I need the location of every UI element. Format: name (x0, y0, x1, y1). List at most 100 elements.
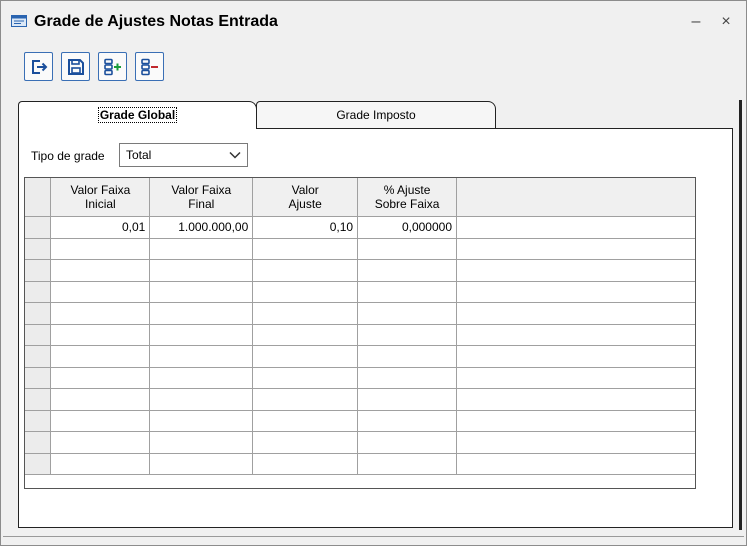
table-cell[interactable] (50, 259, 151, 282)
table-cell[interactable] (357, 453, 457, 475)
row-indicator[interactable] (25, 259, 52, 282)
table-cell[interactable] (149, 324, 254, 346)
row-indicator[interactable] (25, 302, 52, 325)
minimize-button[interactable]: – (685, 11, 707, 33)
add-row-icon (104, 58, 121, 76)
data-grid[interactable]: Valor Faixa Inicial Valor Faixa Final Valo… (24, 177, 696, 489)
table-cell[interactable]: 0,000000 (357, 216, 457, 239)
table-cell[interactable] (252, 345, 359, 368)
table-row[interactable] (25, 367, 695, 389)
table-cell[interactable] (252, 302, 359, 325)
table-cell[interactable] (252, 367, 359, 389)
table-cell[interactable] (149, 410, 254, 432)
table-cell[interactable] (50, 324, 151, 346)
tab-grade-imposto[interactable]: Grade Imposto (256, 101, 496, 128)
table-row[interactable] (25, 302, 695, 325)
table-cell[interactable] (357, 367, 457, 389)
table-cell[interactable] (252, 281, 359, 303)
table-cell[interactable] (50, 388, 151, 411)
table-cell[interactable] (149, 281, 254, 303)
row-indicator[interactable] (25, 453, 52, 475)
remove-row-button[interactable] (135, 52, 164, 81)
table-cell[interactable] (252, 410, 359, 432)
table-row[interactable] (25, 238, 695, 260)
table-cell[interactable] (252, 324, 359, 346)
table-cell[interactable] (252, 238, 359, 260)
save-button[interactable] (61, 52, 90, 81)
table-cell[interactable]: 0,10 (252, 216, 359, 239)
title-bar[interactable]: Grade de Ajustes Notas Entrada – × (1, 1, 746, 41)
chevron-down-icon (229, 151, 241, 159)
table-row[interactable]: 0,01 1.000.000,00 0,10 0,000000 (25, 216, 695, 239)
filler-cell (456, 302, 695, 325)
exit-button[interactable] (24, 52, 53, 81)
table-cell[interactable] (252, 259, 359, 282)
row-indicator[interactable] (25, 281, 52, 303)
table-row[interactable] (25, 259, 695, 282)
filler-cell (456, 324, 695, 346)
row-indicator[interactable] (25, 410, 52, 432)
table-cell[interactable] (50, 345, 151, 368)
filler-cell (456, 238, 695, 260)
table-cell[interactable] (357, 410, 457, 432)
column-header[interactable]: Valor Faixa Final (149, 178, 254, 217)
table-cell[interactable] (357, 302, 457, 325)
table-cell[interactable] (149, 367, 254, 389)
row-indicator[interactable] (25, 324, 52, 346)
table-cell[interactable] (357, 281, 457, 303)
row-indicator[interactable] (25, 367, 52, 389)
table-cell[interactable] (252, 388, 359, 411)
table-row[interactable] (25, 345, 695, 368)
table-cell[interactable] (252, 453, 359, 475)
table-row[interactable] (25, 324, 695, 346)
row-indicator[interactable] (25, 238, 52, 260)
table-cell[interactable]: 1.000.000,00 (149, 216, 254, 239)
table-cell[interactable] (149, 388, 254, 411)
table-cell[interactable] (50, 367, 151, 389)
table-row[interactable] (25, 431, 695, 454)
table-row[interactable] (25, 410, 695, 432)
table-cell[interactable] (149, 345, 254, 368)
table-row[interactable] (25, 281, 695, 303)
tab-grade-global[interactable]: Grade Global (18, 101, 257, 129)
table-cell[interactable] (50, 238, 151, 260)
row-indicator[interactable] (25, 345, 52, 368)
table-cell[interactable] (357, 259, 457, 282)
table-row[interactable] (25, 388, 695, 411)
add-row-button[interactable] (98, 52, 127, 81)
table-row[interactable] (25, 453, 695, 475)
column-header[interactable]: % Ajuste Sobre Faixa (357, 178, 457, 217)
filler-header (456, 178, 695, 217)
table-cell[interactable] (149, 259, 254, 282)
table-cell[interactable] (50, 410, 151, 432)
divider (3, 536, 744, 537)
table-cell[interactable] (50, 302, 151, 325)
table-cell[interactable] (149, 302, 254, 325)
grid-table: Valor Faixa Inicial Valor Faixa Final Valo… (25, 178, 695, 475)
app-window: Grade de Ajustes Notas Entrada – × Grade… (0, 0, 747, 546)
table-cell[interactable] (149, 453, 254, 475)
column-header[interactable]: Valor Ajuste (252, 178, 359, 217)
table-cell[interactable]: 0,01 (50, 216, 151, 239)
table-cell[interactable] (357, 431, 457, 454)
table-cell[interactable] (357, 238, 457, 260)
row-indicator[interactable] (25, 431, 52, 454)
window-title: Grade de Ajustes Notas Entrada (34, 13, 278, 30)
filler-cell (456, 453, 695, 475)
row-indicator[interactable] (25, 388, 52, 411)
table-cell[interactable] (50, 281, 151, 303)
grade-type-select[interactable]: Total (119, 143, 248, 167)
row-indicator[interactable] (25, 216, 52, 239)
table-cell[interactable] (149, 431, 254, 454)
table-cell[interactable] (149, 238, 254, 260)
select-value: Total (126, 148, 152, 162)
table-cell[interactable] (357, 388, 457, 411)
table-cell[interactable] (357, 345, 457, 368)
table-cell[interactable] (50, 431, 151, 454)
exit-icon (32, 60, 48, 74)
close-button[interactable]: × (715, 11, 737, 33)
column-header[interactable]: Valor Faixa Inicial (50, 178, 151, 217)
table-cell[interactable] (50, 453, 151, 475)
table-cell[interactable] (252, 431, 359, 454)
table-cell[interactable] (357, 324, 457, 346)
